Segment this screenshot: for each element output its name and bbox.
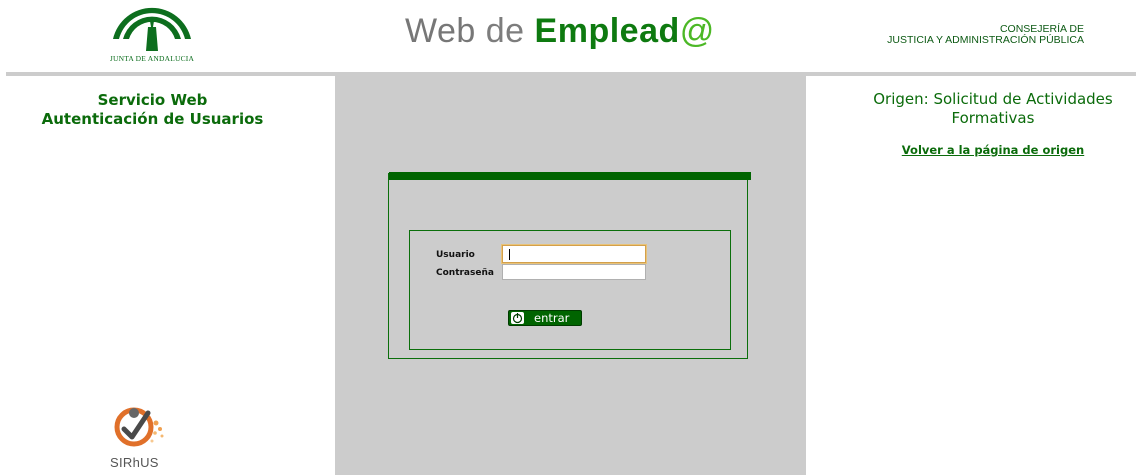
service-title-line1: Servicio Web — [97, 91, 208, 109]
title-de: de — [485, 12, 525, 50]
power-icon — [511, 312, 524, 324]
sirhus-logo: SIRhUS — [108, 399, 188, 475]
back-to-origin-link[interactable]: Volver a la página de origen — [843, 143, 1136, 157]
service-title: Servicio Web Autenticación de Usuarios — [0, 91, 305, 129]
usuario-label: Usuario — [436, 250, 475, 260]
usuario-input[interactable] — [502, 245, 646, 263]
origin-line1: Origen: Solicitud de Actividades — [873, 90, 1113, 108]
password-input[interactable] — [502, 264, 646, 280]
entrar-button[interactable]: entrar — [508, 310, 582, 326]
sirhus-text: SIRhUS — [110, 455, 159, 470]
entrar-label: entrar — [534, 311, 570, 325]
title-web: Web — [405, 12, 476, 50]
login-box-header-bar — [389, 172, 751, 180]
left-column: Servicio Web Autenticación de Usuarios S… — [0, 76, 335, 475]
consejeria-line2: JUSTICIA Y ADMINISTRACIÓN PÚBLICA — [887, 34, 1084, 46]
title-at: @ — [679, 12, 715, 50]
page-header: JUNTA DE ANDALUCIA Web de Emplead@ CONSE… — [0, 0, 1136, 70]
title-emplead: Emplead — [534, 12, 680, 50]
password-label: Contraseña — [436, 268, 494, 278]
origin-text: Origen: Solicitud de Actividades Formati… — [843, 90, 1136, 128]
service-title-line2: Autenticación de Usuarios — [41, 110, 264, 128]
sirhus-emblem-icon — [114, 407, 164, 447]
logo-text: JUNTA DE ANDALUCIA — [109, 54, 195, 63]
origin-line2: Formativas — [951, 109, 1035, 127]
right-column: Origen: Solicitud de Actividades Formati… — [806, 76, 1136, 475]
logo-emblem-icon — [113, 7, 191, 51]
consejeria-label: CONSEJERÍA DE JUSTICIA Y ADMINISTRACIÓN … — [887, 24, 1084, 46]
site-title: Web de Emplead@ — [405, 12, 715, 51]
text-caret — [509, 249, 510, 260]
junta-andalucia-logo: JUNTA DE ANDALUCIA — [107, 5, 197, 65]
